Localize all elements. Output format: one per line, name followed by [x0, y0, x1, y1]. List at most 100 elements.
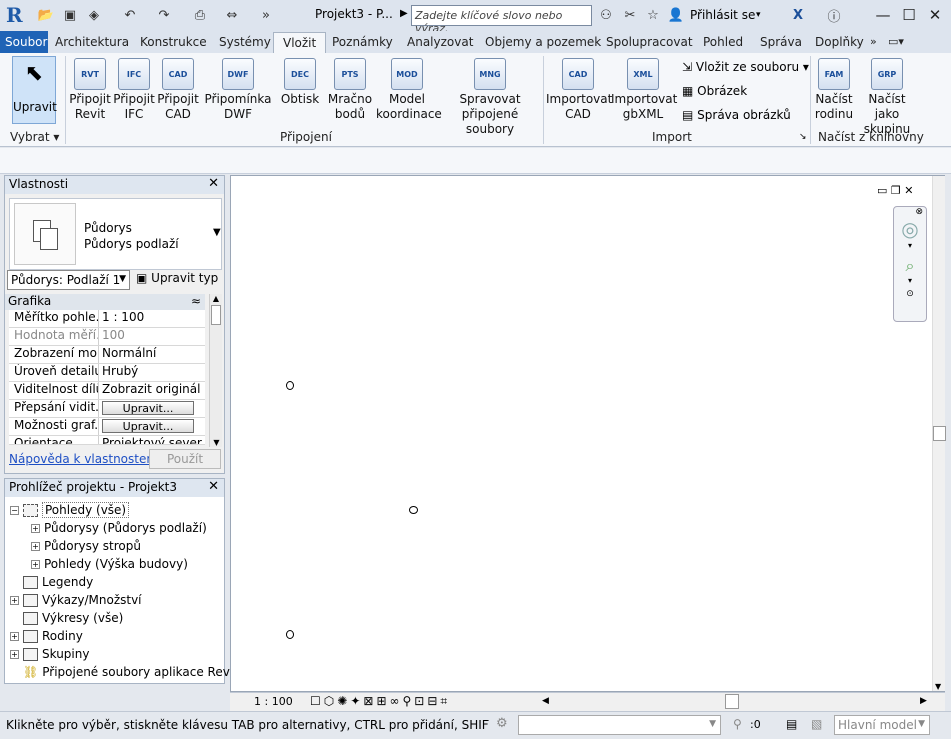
close-icon[interactable]: ✕: [208, 176, 219, 191]
tree-item-elevations[interactable]: + Pohledy (Výška budovy): [31, 557, 188, 571]
table-row[interactable]: Přepsání vidit... Upravit...: [9, 400, 205, 418]
expand-icon[interactable]: +: [10, 632, 19, 641]
zoom-region-icon[interactable]: ⌕: [894, 256, 926, 276]
undo-icon[interactable]: ↶: [120, 5, 140, 25]
tab-collaborate[interactable]: Spolupracovat: [606, 35, 693, 49]
tree-item-floor-plans[interactable]: + Půdorysy (Půdorys podlaží): [31, 521, 207, 535]
subscription-icon[interactable]: ✂: [620, 5, 640, 25]
sync-icon[interactable]: ◈: [84, 5, 104, 25]
tab-analyze[interactable]: Analyzovat: [407, 35, 473, 49]
close-nav-icon[interactable]: ⊗: [894, 207, 926, 217]
properties-scrollbar[interactable]: ▲ ▼: [209, 294, 222, 447]
expand-icon[interactable]: +: [31, 542, 40, 551]
scroll-thumb[interactable]: [211, 305, 221, 325]
tree-item-groups[interactable]: + Skupiny: [10, 647, 89, 661]
filter-icon[interactable]: ⚲: [733, 717, 742, 731]
print-icon[interactable]: ⎙: [190, 5, 210, 25]
constraints-icon[interactable]: ⌗: [440, 694, 450, 708]
workset-select[interactable]: ▼: [518, 715, 721, 735]
maximize-button[interactable]: ☐: [898, 5, 920, 25]
close-button[interactable]: ✕: [924, 5, 946, 25]
tree-item-views[interactable]: − Pohledy (vše): [10, 502, 130, 518]
scroll-left-icon[interactable]: ◀: [542, 696, 549, 706]
point-cloud-button[interactable]: PTS Mračno bodů: [326, 58, 374, 122]
user-icon[interactable]: 👤: [666, 5, 686, 25]
chevron-down-icon[interactable]: ▾: [894, 276, 926, 285]
dwf-markup-button[interactable]: DWF Připomínka DWF: [204, 58, 272, 122]
scroll-thumb[interactable]: [933, 426, 946, 441]
table-row[interactable]: Možnosti graf... Upravit...: [9, 418, 205, 436]
dialog-launcher-icon[interactable]: ↘: [799, 132, 807, 142]
tabs-overflow-icon[interactable]: »: [870, 35, 877, 48]
type-selector[interactable]: Půdorys Půdorys podlaží ▼: [9, 198, 222, 270]
save-icon[interactable]: ▣: [60, 5, 80, 25]
chevron-down-icon[interactable]: ▾: [894, 241, 926, 250]
tree-item-sheets[interactable]: Výkresy (vše): [23, 611, 123, 625]
collapse-icon[interactable]: −: [10, 506, 19, 515]
load-as-group-button[interactable]: GRP Načíst jako skupinu: [856, 58, 918, 137]
editing-requests-icon[interactable]: ▤: [786, 717, 797, 731]
reveal-hidden-icon[interactable]: ⚲: [403, 694, 415, 708]
tab-file[interactable]: Soubor: [0, 31, 48, 53]
tab-structure[interactable]: Konstrukce: [140, 35, 207, 49]
help-icon[interactable]: ⓘ: [824, 5, 844, 25]
view-scale[interactable]: 1 : 100: [254, 695, 293, 708]
elevation-marker-north[interactable]: [409, 506, 418, 514]
coordination-model-button[interactable]: MOD Model koordinace: [376, 58, 442, 122]
link-cad-button[interactable]: CAD Připojit CAD: [156, 58, 200, 122]
expand-search-icon[interactable]: ▶: [400, 8, 408, 19]
scroll-up-icon[interactable]: ▲: [210, 294, 222, 303]
tab-architecture[interactable]: Architektura: [55, 35, 129, 49]
scroll-down-icon[interactable]: ▼: [935, 682, 941, 691]
temporary-hide-icon[interactable]: ∞: [390, 694, 403, 708]
table-row[interactable]: Zobrazení mo... Normální: [9, 346, 205, 364]
table-row[interactable]: Úroveň detailu Hrubý: [9, 364, 205, 382]
chevron-down-icon[interactable]: ▾: [756, 10, 761, 20]
measure-icon[interactable]: ⇔: [222, 5, 242, 25]
close-view-icon[interactable]: ✕: [904, 184, 913, 197]
scroll-down-icon[interactable]: ▼: [210, 438, 223, 447]
link-revit-button[interactable]: RVT Připojit Revit: [69, 58, 111, 122]
view-control-icons[interactable]: ☐⬡✺✦⊠⊞∞⚲⊡⊟⌗: [310, 694, 450, 709]
select-panel-label[interactable]: Vybrat ▾: [10, 130, 59, 144]
worksharing-icon[interactable]: ⊡: [414, 694, 427, 708]
detail-level-icon[interactable]: ☐: [310, 694, 324, 708]
scroll-right-icon[interactable]: ▶: [920, 696, 927, 706]
drawing-area[interactable]: ▭ ❐ ✕ ⊗ ◎ ▾ ⌕ ▾ ⊙ ▼: [230, 175, 946, 692]
worksets-icon[interactable]: ⚙: [496, 716, 508, 731]
properties-help-link[interactable]: Nápověda k vlastnostem: [9, 452, 158, 466]
expand-icon[interactable]: +: [10, 596, 19, 605]
tab-addins[interactable]: Doplňky: [815, 35, 864, 49]
elevation-marker-west[interactable]: [286, 381, 294, 390]
crop-view-icon[interactable]: ⊠: [363, 694, 376, 708]
revit-logo-icon[interactable]: R: [6, 3, 28, 27]
apply-button[interactable]: Použít: [149, 449, 221, 469]
modify-button[interactable]: ⬉ Upravit: [12, 56, 57, 124]
minimize-button[interactable]: —: [872, 5, 894, 25]
analytical-model-icon[interactable]: ⊟: [427, 694, 440, 708]
close-icon[interactable]: ✕: [208, 479, 219, 494]
design-options-icon[interactable]: ▧: [811, 717, 822, 731]
expand-icon[interactable]: +: [31, 560, 40, 569]
table-row[interactable]: Měřítko pohle... 1 : 100: [9, 310, 205, 328]
group-header-graphics[interactable]: Grafika ≈: [5, 294, 205, 310]
expand-icon[interactable]: +: [10, 650, 19, 659]
redo-icon[interactable]: ↷: [154, 5, 174, 25]
main-model-select[interactable]: Hlavní model ▼: [834, 715, 930, 735]
steering-wheel-icon[interactable]: ◎: [894, 217, 926, 241]
horizontal-scroll-thumb[interactable]: [725, 694, 739, 709]
image-button[interactable]: ▦ Obrázek: [682, 84, 747, 98]
tab-insert[interactable]: Vložit: [273, 32, 327, 54]
visual-style-icon[interactable]: ⬡: [324, 694, 337, 708]
link-ifc-button[interactable]: IFC Připojit IFC: [112, 58, 156, 122]
tab-manage[interactable]: Správa: [760, 35, 802, 49]
tree-item-revit-links[interactable]: ⛓ Připojené soubory aplikace Revit: [23, 665, 238, 679]
import-cad-button[interactable]: CAD Importovat CAD: [546, 58, 612, 122]
tab-systems[interactable]: Systémy: [219, 35, 271, 49]
minimize-view-icon[interactable]: ▭: [877, 184, 887, 197]
expand-icon[interactable]: +: [31, 524, 40, 533]
more-icon[interactable]: »: [256, 5, 276, 25]
import-gbxml-button[interactable]: XML Importovat gbXML: [611, 58, 677, 122]
table-row[interactable]: Viditelnost dílů Zobrazit originál: [9, 382, 205, 400]
login-button[interactable]: Přihlásit se: [690, 8, 755, 22]
